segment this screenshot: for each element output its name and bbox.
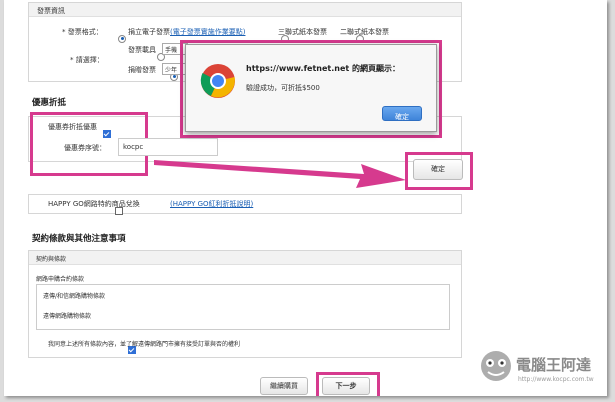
choice-option-carrier: 發票載具 xyxy=(128,46,156,54)
dialog-message: 驗證成功，可折抵$500 xyxy=(246,84,320,92)
format-option-triplicate: 三聯式紙本發票 xyxy=(278,28,327,36)
format-radio-electronic[interactable] xyxy=(118,34,126,43)
discount-checkbox[interactable] xyxy=(103,129,112,138)
chrome-logo-icon xyxy=(200,64,235,98)
agree-label: 我同意上述所有條款內容，並了解遠傳網路門市擁有接受訂單與否的權利 xyxy=(48,341,241,348)
watermark-mascot-icon xyxy=(481,351,511,381)
discount-checkbox-label: 優惠券折抵優惠 xyxy=(48,123,97,131)
terms-panel-header xyxy=(29,251,461,265)
coupon-code-value: kocpc xyxy=(123,143,144,151)
terms-subheading: 網路申購合約條款 xyxy=(36,276,85,283)
terms-line: 遠傳/和信網路購物條款 xyxy=(43,293,106,300)
discount-section-title: 優惠折抵 xyxy=(32,98,67,108)
next-step-label: 下一步 xyxy=(335,382,357,390)
donate-select-value: 少年 xyxy=(165,67,178,74)
continue-shopping-label: 繼續購買 xyxy=(270,382,298,390)
pointer-arrow xyxy=(154,160,406,188)
format-option-electronic: 捐立電子發票 xyxy=(128,28,170,36)
terms-panel-title: 契約與條款 xyxy=(36,256,67,263)
format-option-duplicate: 二聯式紙本發票 xyxy=(340,28,389,36)
dialog-title: https://www.fetnet.net 的網頁顯示： xyxy=(246,64,401,73)
happygo-info-link[interactable]: (HAPPY GO紅利折抵說明) xyxy=(170,199,253,209)
format-rules-link[interactable]: (電子發票實施作業要點) xyxy=(170,27,245,37)
invoice-panel-header xyxy=(29,3,461,17)
terms-line: 遠傳網路購物條款 xyxy=(43,313,92,320)
watermark-name: 電腦王阿達 xyxy=(516,356,592,374)
happygo-label: HAPPY GO網路特約商品兌換 xyxy=(48,200,140,208)
invoice-choice-label: * 請選擇： xyxy=(70,56,104,64)
page-frame: 發票資訊 * 發票格式： 捐立電子發票 (電子發票實施作業要點) 三聯式紙本發票… xyxy=(4,0,607,396)
dialog-ok-label: 確定 xyxy=(395,113,409,121)
coupon-confirm-button[interactable]: 確定 xyxy=(413,159,463,180)
alert-dialog: https://www.fetnet.net 的網頁顯示： 驗證成功，可折抵$5… xyxy=(185,44,437,132)
invoice-format-label: * 發票格式： xyxy=(62,28,103,36)
watermark-url: http://www.kocpc.com.tw xyxy=(518,376,594,383)
terms-textbox[interactable]: 遠傳/和信網路購物條款 遠傳網路購物條款 xyxy=(36,284,450,330)
choice-option-donate: 捐贈發票 xyxy=(128,66,156,74)
next-step-button[interactable]: 下一步 xyxy=(322,377,370,395)
carrier-select-value: 手機 xyxy=(165,47,178,54)
continue-shopping-button[interactable]: 繼續購買 xyxy=(260,377,308,395)
coupon-code-label: 優惠券序號： xyxy=(64,144,106,152)
dialog-ok-button[interactable]: 確定 xyxy=(382,106,422,121)
invoice-section-title: 發票資訊 xyxy=(37,7,65,15)
coupon-confirm-label: 確定 xyxy=(431,165,445,173)
terms-section-title: 契約條款與其他注意事項 xyxy=(32,234,126,244)
